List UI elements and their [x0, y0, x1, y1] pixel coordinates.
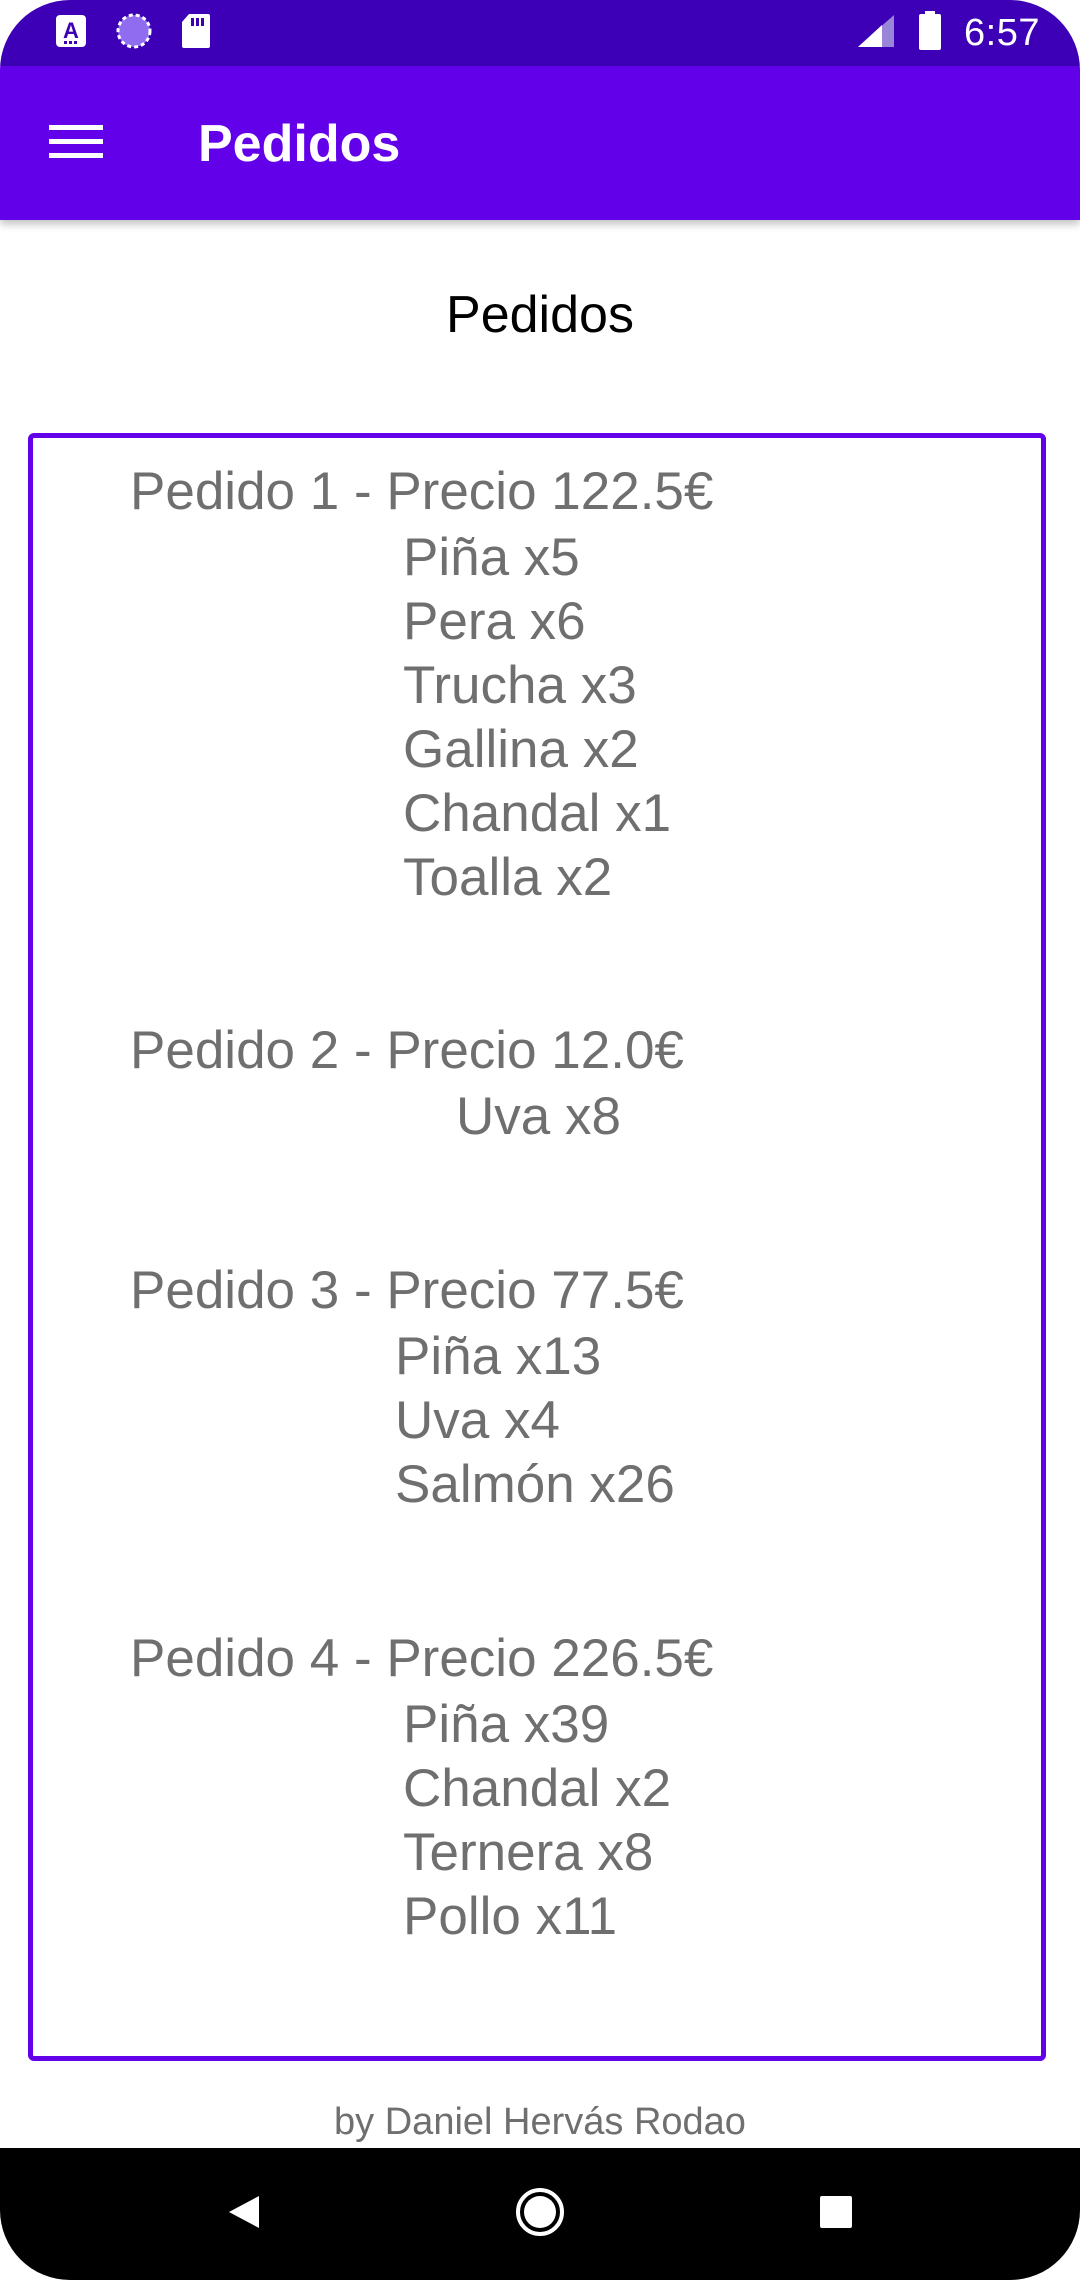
back-icon	[223, 2192, 263, 2237]
svg-text:A: A	[63, 18, 79, 43]
order-item: Uva x4	[395, 1391, 560, 1450]
order-item: Piña x5	[403, 528, 580, 587]
app-bar: Pedidos	[0, 66, 1080, 220]
recents-button[interactable]	[796, 2178, 876, 2250]
order-title: Pedido 3 - Precio 77.5€	[130, 1261, 684, 1320]
status-notifications: A	[55, 13, 211, 54]
order-item: Toalla x2	[403, 848, 613, 907]
status-bar: A 6:57	[0, 0, 1080, 66]
orders-list[interactable]: Pedido 1 - Precio 122.5€ Piña x5 Pera x6…	[28, 433, 1046, 2061]
order-items: Piña x13 Uva x4 Salmón x26	[395, 1325, 675, 1517]
order-item: Gallina x2	[403, 720, 639, 779]
order-items: Uva x8	[456, 1085, 621, 1149]
status-system: 6:57	[856, 10, 1040, 56]
home-button[interactable]	[500, 2178, 580, 2250]
recents-icon	[818, 2194, 854, 2235]
order-item: Uva x8	[456, 1087, 621, 1146]
order-items: Piña x39 Chandal x2 Ternera x8 Pollo x11	[403, 1693, 671, 1949]
sd-card-icon	[181, 13, 211, 54]
order-item: Piña x39	[403, 1695, 610, 1754]
order-items: Piña x5 Pera x6 Trucha x3 Gallina x2 Cha…	[403, 526, 671, 910]
font-notification-icon: A	[55, 14, 87, 53]
order-item: Salmón x26	[395, 1455, 675, 1514]
order-item: Chandal x1	[403, 784, 672, 843]
home-icon	[514, 2186, 566, 2243]
hamburger-menu-icon	[49, 122, 103, 167]
order-item: Piña x13	[395, 1327, 602, 1386]
loading-icon	[115, 12, 153, 55]
app-title: Pedidos	[198, 115, 401, 173]
status-time: 6:57	[964, 11, 1040, 54]
navigation-bar	[0, 2148, 1080, 2280]
order-item: Pera x6	[403, 592, 586, 651]
author-credit: by Daniel Hervás Rodao	[334, 2101, 746, 2143]
order-item: Chandal x2	[403, 1759, 672, 1818]
order-title: Pedido 1 - Precio 122.5€	[130, 462, 714, 521]
page-title: Pedidos	[446, 286, 634, 344]
order-item: Ternera x8	[403, 1823, 654, 1882]
phone-screen: A 6:57 Pedidos Pedidos Pedido 1 - Precio…	[0, 0, 1080, 2280]
order-item: Pollo x11	[403, 1887, 618, 1946]
order-title: Pedido 2 - Precio 12.0€	[130, 1021, 684, 1080]
order-item: Trucha x3	[403, 656, 637, 715]
back-button[interactable]	[203, 2178, 283, 2250]
battery-icon	[918, 10, 942, 56]
menu-button[interactable]	[38, 106, 114, 182]
cellular-signal-icon	[856, 13, 896, 54]
order-title: Pedido 4 - Precio 226.5€	[130, 1629, 714, 1688]
